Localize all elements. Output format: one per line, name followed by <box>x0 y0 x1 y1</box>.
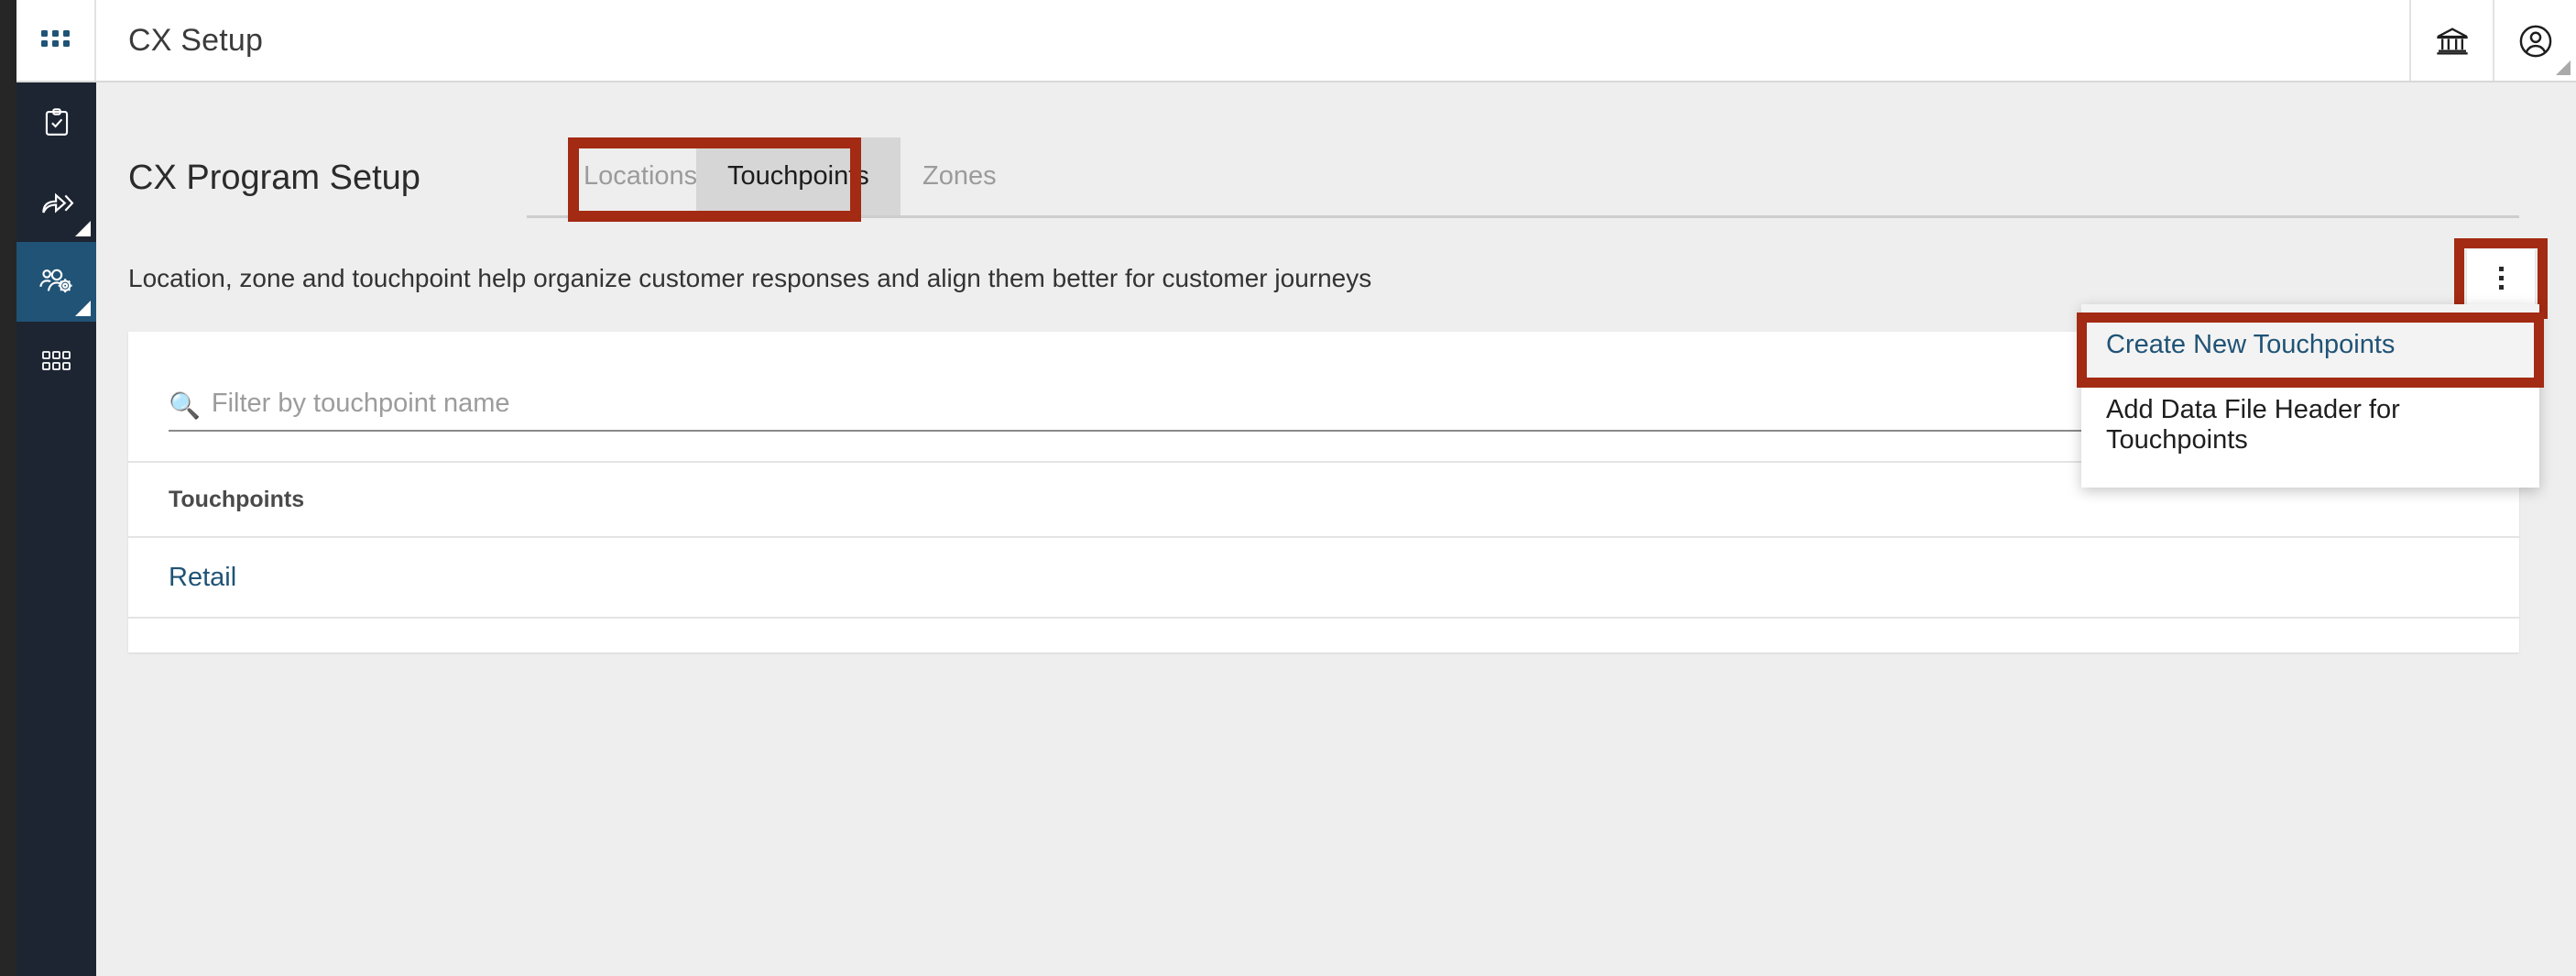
app-title: CX Setup <box>128 23 264 58</box>
kebab-dropdown-menu: Create New Touchpoints Add Data File Hea… <box>2081 304 2539 488</box>
page-title: CX Program Setup <box>128 158 420 197</box>
people-settings-icon <box>38 269 72 292</box>
user-account-icon <box>2519 25 2551 57</box>
sidebar-expand-corner-icon <box>75 221 91 236</box>
clipboard-check-icon <box>45 107 68 136</box>
apps-grid-button[interactable] <box>16 0 96 82</box>
grid-squares-icon <box>41 350 71 370</box>
menu-item-create-new-touchpoints[interactable]: Create New Touchpoints <box>2081 304 2539 385</box>
institution-button[interactable] <box>2409 0 2493 82</box>
page-header-row: CX Program Setup Locations Touchpoints Z… <box>128 137 2519 218</box>
sidebar-item-surveys[interactable] <box>16 82 96 162</box>
share-arrow-icon <box>41 192 73 213</box>
sidebar-nav <box>16 82 96 976</box>
sidebar-item-distribution[interactable] <box>16 162 96 242</box>
sidebar-item-dashboards[interactable] <box>16 322 96 401</box>
bank-institution-icon <box>2436 27 2468 54</box>
vertical-ellipsis-icon <box>2498 266 2504 290</box>
menu-item-add-data-file-header[interactable]: Add Data File Header for Touchpoints <box>2081 385 2539 466</box>
kebab-menu-button[interactable] <box>2467 249 2535 306</box>
tab-touchpoints[interactable]: Touchpoints <box>696 137 901 215</box>
touchpoint-link-retail[interactable]: Retail <box>169 563 236 593</box>
column-header-touchpoints: Touchpoints <box>169 486 305 512</box>
magnifier-icon: 🔍 <box>169 391 201 420</box>
account-button[interactable] <box>2493 0 2576 82</box>
application-window: CX Setup CX Program Setup Locations Touc… <box>0 0 2576 976</box>
top-bar: CX Setup <box>16 0 2576 82</box>
account-expand-corner-icon <box>2556 60 2571 75</box>
left-gutter <box>0 0 16 976</box>
apps-grid-icon <box>40 29 70 47</box>
sidebar-item-cx-setup[interactable] <box>16 242 96 322</box>
tab-bar: Locations Touchpoints Zones <box>527 137 2519 218</box>
tab-zones[interactable]: Zones <box>891 137 1028 215</box>
top-bar-actions <box>2409 0 2576 82</box>
sidebar-expand-corner-icon <box>75 301 91 316</box>
page-description: Location, zone and touchpoint help organ… <box>128 264 1372 292</box>
table-row[interactable]: Retail <box>128 538 2519 617</box>
table-row-divider <box>128 617 2519 619</box>
